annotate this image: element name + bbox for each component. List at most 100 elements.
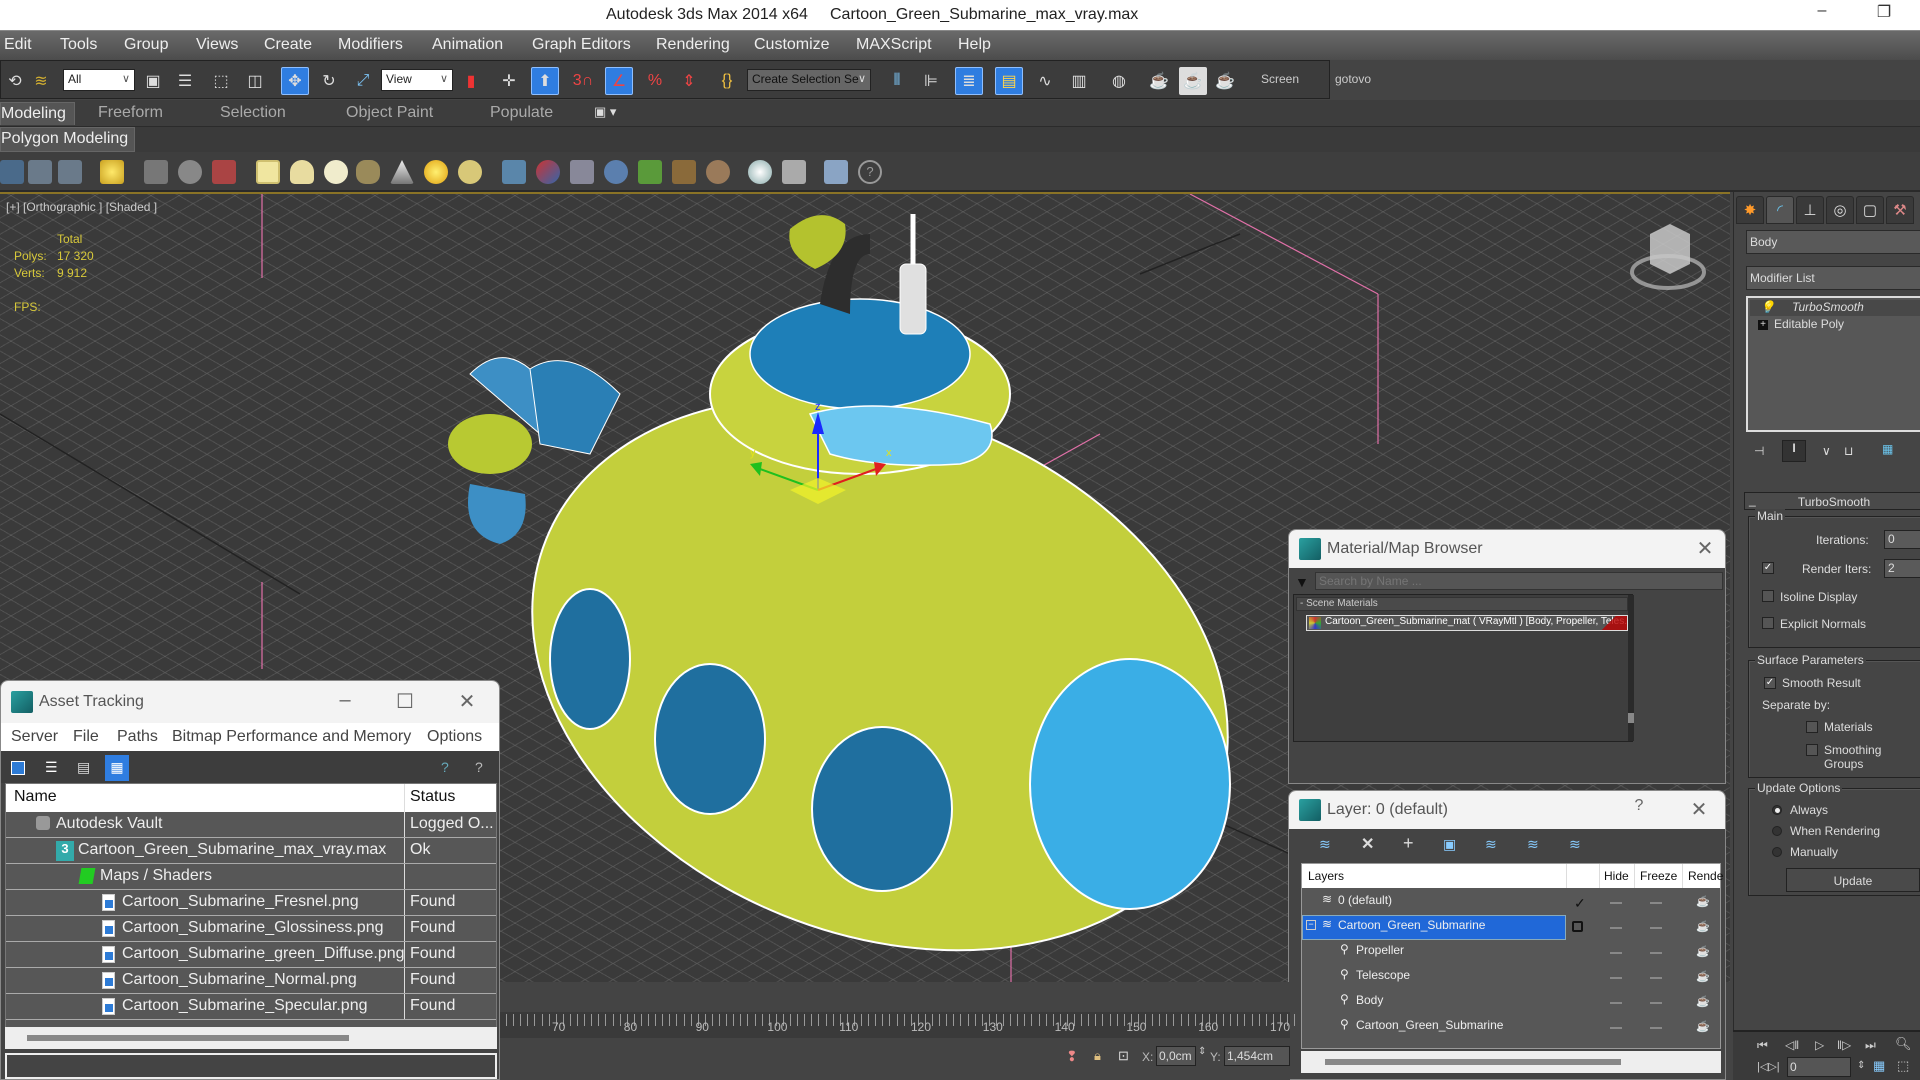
manually-radio[interactable] — [1772, 847, 1782, 857]
material-item[interactable]: Cartoon_Green_Submarine_mat ( VRayMtl ) … — [1306, 615, 1628, 631]
restore-button[interactable]: ❐ — [1864, 2, 1904, 22]
timeline[interactable]: 70 80 90 100 110 120 130 140 150 160 170 ❢ 🔒︎ ⊡ X:… — [500, 982, 1296, 1080]
menu-views[interactable]: Views — [196, 36, 238, 54]
table-row[interactable]: 3 Cartoon_Green_Submarine_max_vray.max O… — [6, 838, 496, 864]
reference-coord-dropdown[interactable]: View ∨ — [381, 69, 453, 91]
select-by-name-icon[interactable]: ☰ — [171, 67, 199, 95]
horizontal-scrollbar[interactable] — [1301, 1051, 1721, 1073]
bind-space-warp-icon[interactable]: ≋ — [27, 67, 55, 95]
panel-settings-icon[interactable] — [58, 160, 82, 184]
submarine-model[interactable] — [448, 214, 1311, 982]
y-coord-field[interactable]: 1,454cm — [1224, 1046, 1290, 1066]
vertical-scrollbar[interactable] — [1628, 595, 1634, 741]
scene-explorer-icon[interactable]: ▤ — [995, 67, 1023, 95]
online-help-icon[interactable]: ? — [441, 759, 449, 775]
viewcube[interactable] — [1630, 224, 1706, 290]
hair-fur-icon[interactable] — [672, 160, 696, 184]
sun-light-icon[interactable] — [424, 160, 448, 184]
frame-spinner-icon[interactable]: ⇕ — [1857, 1060, 1865, 1071]
add-to-layer-icon[interactable]: + — [1403, 833, 1414, 854]
always-radio[interactable] — [1772, 805, 1782, 815]
column-layers[interactable]: Layers — [1308, 869, 1344, 883]
panel-icon[interactable] — [28, 160, 52, 184]
table-row[interactable]: Maps / Shaders — [6, 864, 496, 890]
menu-rendering[interactable]: Rendering — [656, 36, 730, 54]
isoline-display-checkbox[interactable] — [1762, 590, 1774, 602]
materials-checkbox[interactable] — [1806, 721, 1818, 733]
help-icon[interactable]: ? — [475, 759, 483, 775]
keyboard-shortcut-override-icon[interactable]: ⬆ — [531, 67, 559, 95]
menu-tools[interactable]: Tools — [60, 36, 97, 54]
menu-graph-editors[interactable]: Graph Editors — [532, 36, 631, 54]
angle-snap-icon[interactable]: ∠ — [605, 67, 633, 95]
hide-toggle[interactable] — [1610, 927, 1622, 929]
hide-toggle[interactable] — [1610, 902, 1622, 904]
material-sphere-icon[interactable] — [748, 160, 772, 184]
menu-paths[interactable]: Paths — [117, 728, 158, 746]
table-row[interactable]: Cartoon_Submarine_Normal.png Found — [6, 968, 496, 994]
turbosmooth-rollout-header[interactable]: _ TurboSmooth — [1744, 492, 1920, 510]
menu-animation[interactable]: Animation — [432, 36, 503, 54]
render-teapot-icon[interactable]: ☕ — [1696, 970, 1710, 983]
menu-maxscript[interactable]: MAXScript — [856, 36, 932, 54]
menu-options[interactable]: Options — [427, 728, 482, 746]
select-scale-icon[interactable]: ⤢ — [349, 67, 377, 95]
modifier-list-dropdown[interactable]: Modifier List — [1746, 266, 1920, 290]
menu-group[interactable]: Group — [124, 36, 168, 54]
material-browser-titlebar[interactable]: Material/Map Browser ✕ — [1289, 530, 1725, 568]
freeze-toggle[interactable] — [1650, 902, 1662, 904]
update-button[interactable]: Update — [1786, 868, 1920, 892]
remove-modifier-icon[interactable]: ⊔ — [1844, 444, 1853, 458]
render-teapot-icon[interactable]: ☕ — [1696, 920, 1710, 933]
collapse-icon[interactable]: − — [1306, 920, 1316, 930]
table-row[interactable]: Autodesk Vault Logged O... — [6, 812, 496, 838]
hide-toggle[interactable] — [1610, 1027, 1622, 1029]
menu-create[interactable]: Create — [264, 36, 312, 54]
refresh-icon[interactable] — [11, 761, 25, 775]
table-row[interactable]: Cartoon_Submarine_Glossiness.png Found — [6, 916, 496, 942]
render-teapot-icon[interactable]: ☕ — [1696, 895, 1710, 908]
zoom-region-icon[interactable]: ⬚ — [1897, 1058, 1909, 1074]
go-to-end-icon[interactable]: ⏭ — [1865, 1038, 1876, 1053]
scrollbar-thumb[interactable] — [27, 1035, 349, 1041]
dome-light-icon[interactable] — [290, 160, 314, 184]
object-row[interactable]: ⚲ Telescope ☕ — [1302, 965, 1716, 990]
ribbon-options-icon[interactable]: ▣ ▾ — [594, 104, 616, 120]
tower-icon[interactable] — [570, 160, 594, 184]
grid-icon[interactable] — [782, 160, 806, 184]
x-spinner-icon[interactable]: ⇕ — [1198, 1046, 1206, 1057]
smoothing-groups-checkbox[interactable] — [1806, 744, 1818, 756]
when-rendering-radio[interactable] — [1772, 826, 1782, 836]
object-name-field[interactable]: Body — [1746, 230, 1920, 254]
viewport-render-icon[interactable] — [0, 160, 24, 184]
menu-edit[interactable]: Edit — [4, 36, 32, 54]
pin-stack-icon[interactable]: ⊣ — [1754, 444, 1764, 458]
select-layer-icon[interactable]: ≋ — [1485, 836, 1497, 853]
physical-camera-icon[interactable] — [178, 160, 202, 184]
play-icon[interactable]: ▷ — [1815, 1038, 1824, 1052]
column-render[interactable]: Rende — [1688, 869, 1723, 883]
menu-bitmap-performance[interactable]: Bitmap Performance and Memory — [172, 728, 411, 746]
minimize-button[interactable]: – — [1802, 2, 1842, 20]
lightbulb-icon[interactable]: 💡 — [1760, 300, 1775, 314]
menu-modifiers[interactable]: Modifiers — [338, 36, 403, 54]
ies-light-icon[interactable] — [458, 160, 482, 184]
rendered-frame-window-icon[interactable]: ☕ — [1179, 67, 1207, 95]
window-crossing-icon[interactable]: ◫ — [241, 67, 269, 95]
percent-snap-icon[interactable]: % — [641, 67, 669, 95]
absolute-mode-icon[interactable]: ⊡ — [1118, 1048, 1129, 1064]
object-row[interactable]: ⚲ Propeller ☕ — [1302, 940, 1716, 965]
new-layer-icon[interactable]: ≋ — [1319, 836, 1331, 853]
camera-icon[interactable] — [144, 160, 168, 184]
selection-filter-dropdown[interactable]: All ∨ — [63, 69, 135, 91]
scene-materials-header[interactable]: - Scene Materials — [1296, 597, 1628, 611]
render-teapot-icon[interactable]: ☕ — [1696, 1020, 1710, 1033]
freeze-toggle[interactable] — [1650, 1002, 1662, 1004]
tab-object-paint[interactable]: Object Paint — [346, 104, 433, 122]
expand-icon[interactable]: + — [1758, 320, 1768, 330]
stack-item-turbosmooth[interactable]: 💡 TurboSmooth — [1750, 300, 1920, 316]
layer-row[interactable]: − ≋ Cartoon_Green_Submarine ☕ — [1302, 915, 1716, 940]
show-end-result-icon[interactable]: I — [1782, 440, 1806, 462]
named-selection-dropdown[interactable]: Create Selection Se ∨ — [747, 69, 871, 91]
column-hide[interactable]: Hide — [1604, 869, 1629, 883]
